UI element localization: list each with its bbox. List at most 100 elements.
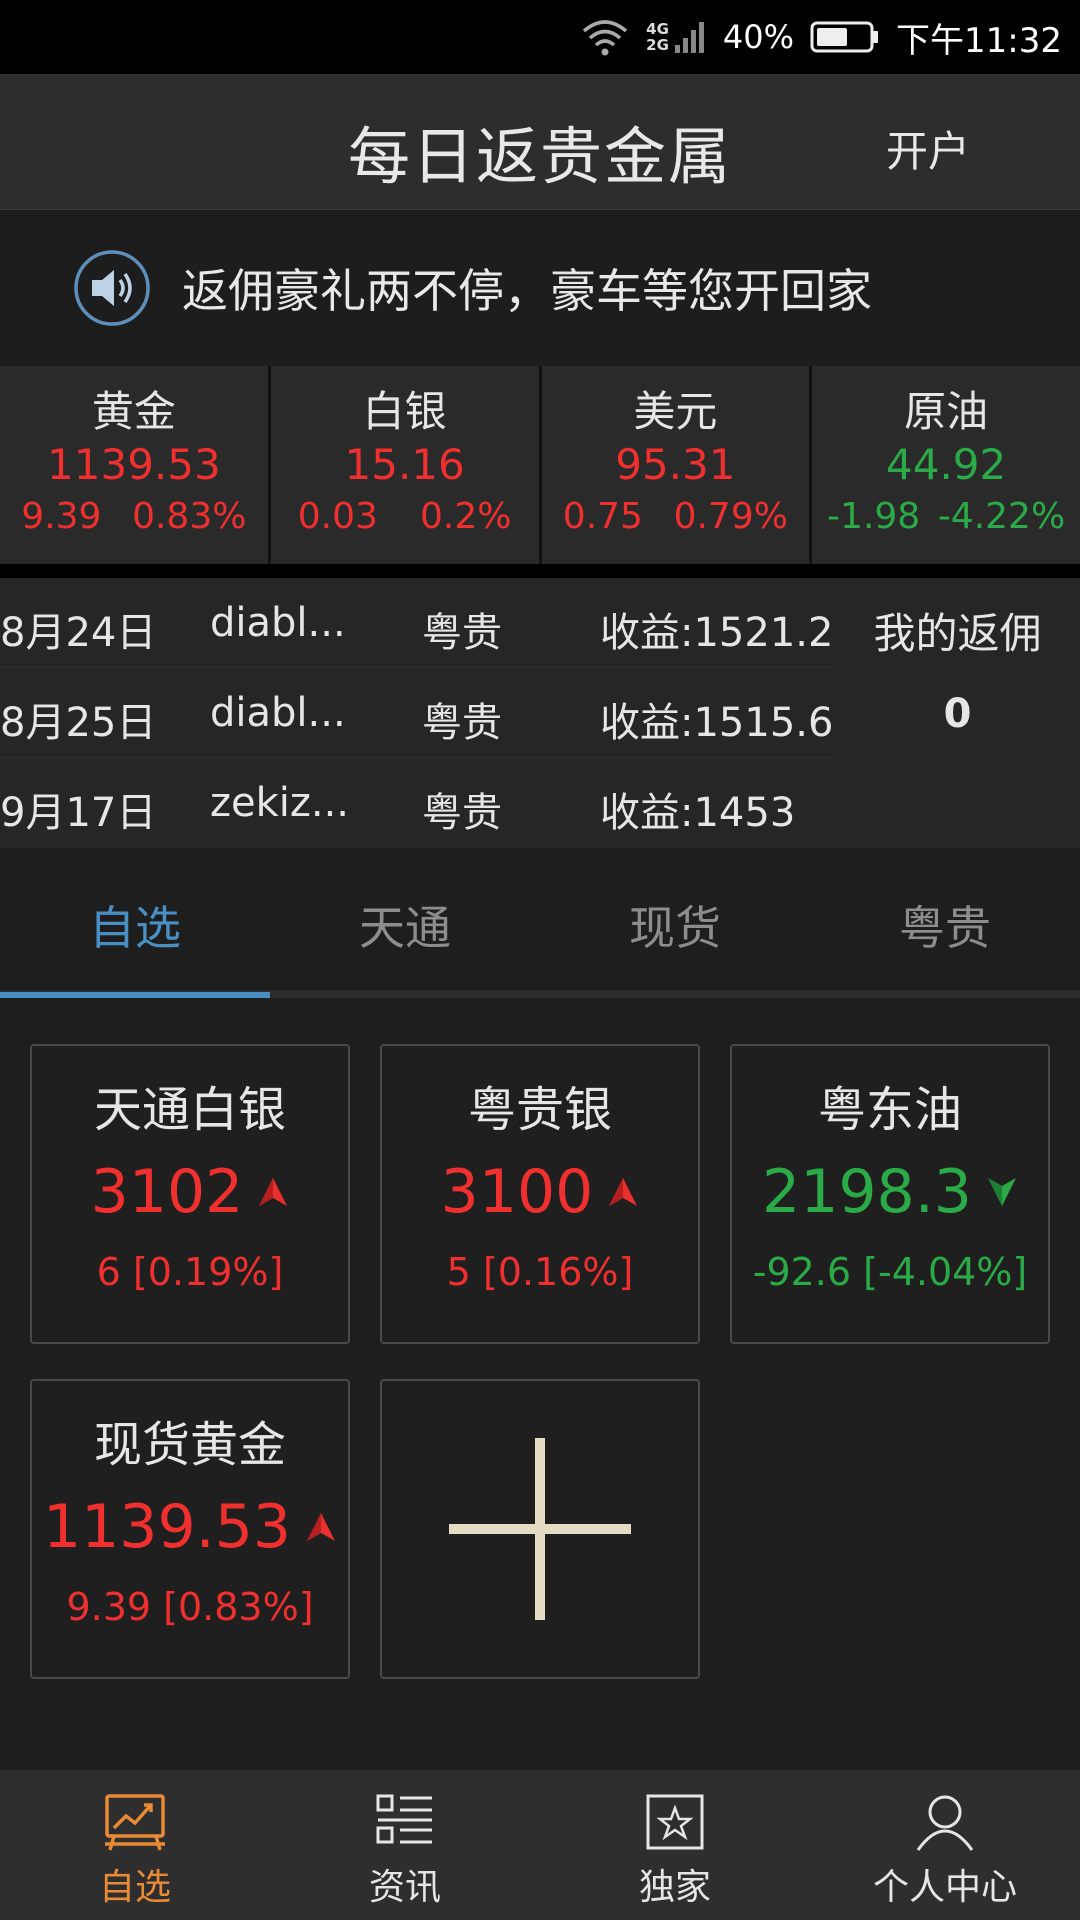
quote-name: 原油 xyxy=(904,387,989,436)
nav-news[interactable]: 资讯 xyxy=(270,1770,540,1920)
up-arrow-icon xyxy=(307,1513,336,1541)
battery-icon xyxy=(810,21,879,53)
tab-tiantong[interactable]: 天通 xyxy=(270,848,540,1000)
rebate-row: 8月24日 diabl... 粤贵 收益:1521.2 xyxy=(0,578,835,668)
nav-profile[interactable]: 个人中心 xyxy=(810,1770,1080,1920)
rebate-amount: 收益:1453 xyxy=(600,790,796,836)
rebate-date: 8月24日 xyxy=(0,610,157,656)
rebate-amount: 收益:1521.2 xyxy=(600,610,834,656)
app-header: 每日返贵金属 开户 xyxy=(0,74,1080,210)
chart-board-icon xyxy=(105,1794,165,1851)
nav-watchlist[interactable]: 自选 xyxy=(0,1770,270,1920)
rebate-user: diabl... xyxy=(210,690,346,736)
announcement-text: 返佣豪礼两不停，豪车等您开回家 xyxy=(182,264,872,318)
quote-change: 0.03 xyxy=(297,496,378,537)
add-watch-button[interactable] xyxy=(380,1379,700,1679)
card-change: -92.6 xyxy=(752,1250,852,1294)
quote-price: 1139.53 xyxy=(47,440,221,489)
nav-label: 独家 xyxy=(638,1867,711,1908)
clock: 下午11:32 xyxy=(896,20,1062,61)
rebate-row: 9月17日 zekiz... 粤贵 收益:1453 xyxy=(0,758,835,848)
market-quotes: 黄金 1139.53 9.39 0.83% 白银 15.16 0.03 0.2%… xyxy=(0,366,1080,564)
quote-percent: 0.79% xyxy=(673,496,788,537)
tab-spot[interactable]: 现货 xyxy=(540,848,810,1000)
quote-name: 黄金 xyxy=(91,387,176,436)
card-price: 1139.53 xyxy=(42,1492,292,1562)
down-arrow-icon xyxy=(987,1178,1016,1206)
section-divider xyxy=(0,564,1080,578)
rebate-company: 粤贵 xyxy=(422,790,502,836)
my-rebate[interactable]: 我的返佣 0 xyxy=(835,578,1080,737)
rebate-company: 粤贵 xyxy=(422,700,502,746)
network-type-top: 4G xyxy=(646,20,669,38)
battery-percent: 40% xyxy=(722,18,795,56)
quote-change: 0.75 xyxy=(562,496,643,537)
network-type-bottom: 2G xyxy=(646,36,669,54)
open-account-button[interactable]: 开户 xyxy=(886,118,970,179)
rebate-amount: 收益:1515.6 xyxy=(600,700,834,746)
card-percent: [0.19%] xyxy=(132,1250,284,1294)
card-change: 6 xyxy=(96,1250,121,1294)
up-arrow-icon xyxy=(609,1178,638,1206)
quote-percent: 0.83% xyxy=(132,496,247,537)
quote-change: -1.98 xyxy=(827,496,921,537)
status-bar: 4G 2G 40% 下午11:32 xyxy=(0,0,1080,74)
watch-card[interactable]: 天通白银 3102 6 [0.19%] xyxy=(30,1044,350,1344)
app-screen: 4G 2G 40% 下午11:32 每日返贵金属 开户 返佣豪礼两不停，豪车等您… xyxy=(0,0,1080,1920)
quote-price: 15.16 xyxy=(344,440,465,489)
rebate-date: 8月25日 xyxy=(0,700,157,746)
tab-yuegui[interactable]: 粤贵 xyxy=(810,848,1080,1000)
card-name: 现货黄金 xyxy=(93,1417,286,1473)
network-indicator: 4G 2G xyxy=(646,19,707,55)
card-name: 粤贵银 xyxy=(467,1082,612,1138)
card-name: 粤东油 xyxy=(817,1082,962,1138)
nav-label: 个人中心 xyxy=(872,1867,1017,1908)
quote-gold[interactable]: 黄金 1139.53 9.39 0.83% xyxy=(0,366,268,564)
quote-usd[interactable]: 美元 95.31 0.75 0.79% xyxy=(541,366,810,564)
quote-percent: -4.22% xyxy=(937,496,1066,537)
watch-card[interactable]: 粤贵银 3100 5 [0.16%] xyxy=(380,1044,700,1344)
rebate-list: 8月24日 diabl... 粤贵 收益:1521.2 8月25日 diabl.… xyxy=(0,578,835,848)
star-frame-icon xyxy=(646,1794,704,1850)
card-name: 天通白银 xyxy=(93,1082,286,1138)
watch-card[interactable]: 现货黄金 1139.53 9.39 [0.83%] xyxy=(30,1379,350,1679)
card-percent: [0.83%] xyxy=(163,1585,314,1629)
tab-watchlist[interactable]: 自选 xyxy=(0,848,270,1000)
wifi-icon xyxy=(583,20,628,56)
card-price: 3102 xyxy=(90,1157,244,1227)
rebate-user: zekiz... xyxy=(210,780,350,826)
up-arrow-icon xyxy=(259,1178,288,1206)
speaker-icon xyxy=(74,250,150,326)
announcement-banner[interactable]: 返佣豪礼两不停，豪车等您开回家 xyxy=(0,210,1080,366)
card-change: 9.39 xyxy=(66,1585,152,1629)
quote-silver[interactable]: 白银 15.16 0.03 0.2% xyxy=(270,366,539,564)
nav-label: 资讯 xyxy=(368,1867,441,1908)
nav-exclusive[interactable]: 独家 xyxy=(540,1770,810,1920)
plus-icon xyxy=(449,1438,631,1620)
card-percent: [-4.04%] xyxy=(863,1250,1028,1294)
quote-price: 44.92 xyxy=(886,440,1007,489)
card-price: 2198.3 xyxy=(762,1157,972,1227)
my-rebate-label: 我的返佣 xyxy=(873,609,1042,658)
quote-name: 白银 xyxy=(362,387,447,436)
nav-label: 自选 xyxy=(98,1867,171,1908)
rebate-panel: 8月24日 diabl... 粤贵 收益:1521.2 8月25日 diabl.… xyxy=(0,578,1080,848)
quote-crude-oil[interactable]: 原油 44.92 -1.98 -4.22% xyxy=(812,366,1080,564)
market-tabs: 自选 天通 现货 粤贵 xyxy=(0,848,1080,1000)
quote-name: 美元 xyxy=(633,387,718,436)
rebate-date: 9月17日 xyxy=(0,790,157,836)
watch-card[interactable]: 粤东油 2198.3 -92.6 [-4.04%] xyxy=(730,1044,1050,1344)
card-price: 3100 xyxy=(440,1157,594,1227)
list-icon xyxy=(376,1794,432,1844)
quote-change: 9.39 xyxy=(21,496,102,537)
card-change: 5 xyxy=(446,1250,471,1294)
rebate-user: diabl... xyxy=(210,600,346,646)
quote-price: 95.31 xyxy=(615,440,736,489)
signal-icon xyxy=(674,22,704,53)
tab-indicator xyxy=(0,992,270,998)
quote-percent: 0.2% xyxy=(420,496,512,537)
my-rebate-value: 0 xyxy=(943,691,972,737)
bottom-navigation: 自选 资讯 独家 个人中心 xyxy=(0,1770,1080,1920)
card-percent: [0.16%] xyxy=(482,1250,634,1294)
rebate-row: 8月25日 diabl... 粤贵 收益:1515.6 xyxy=(0,668,835,758)
